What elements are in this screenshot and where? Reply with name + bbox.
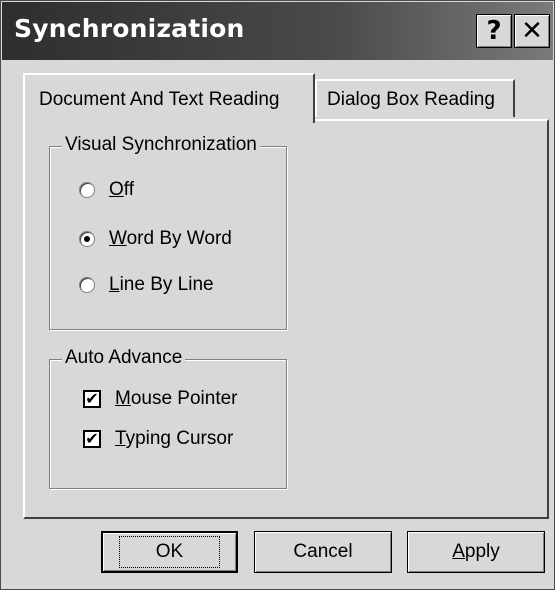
group-legend: Visual Synchronization [62,134,260,156]
radio-label-line-by-line: Line By Line [109,274,214,295]
group-legend: Auto Advance [62,347,186,369]
checkbox-label-mouse-pointer: Mouse Pointer [115,388,238,409]
checkbox[interactable]: ✔ [83,390,101,408]
checkbox[interactable]: ✔ [83,430,101,448]
radio-button[interactable] [79,231,95,247]
close-icon: ✕ [521,16,543,46]
tab-label: Document And Text Reading [39,89,280,110]
radio-label-word-by-word: Word By Word [109,228,232,249]
checkbox-label-typing-cursor: Typing Cursor [115,428,234,449]
ok-button-label: OK [118,536,221,568]
help-icon: ? [486,16,502,46]
radio-off[interactable]: Off [79,179,134,201]
checkmark-icon: ✔ [85,389,99,408]
tab-document-and-text-reading[interactable]: Document And Text Reading [23,73,315,123]
tab-dialog-box-reading[interactable]: Dialog Box Reading [315,79,515,117]
checkbox-mouse-pointer[interactable]: ✔ Mouse Pointer [83,388,238,410]
checkmark-icon: ✔ [85,429,99,448]
radio-label-off: Off [109,179,134,200]
radio-button[interactable] [79,277,95,293]
cancel-button-label: Cancel [293,541,353,562]
tab-label: Dialog Box Reading [327,89,495,110]
radio-line-by-line[interactable]: Line By Line [79,274,214,296]
apply-button[interactable]: Apply [407,531,545,573]
apply-button-label: Apply [452,541,500,562]
radio-button[interactable] [79,182,95,198]
checkbox-typing-cursor[interactable]: ✔ Typing Cursor [83,428,233,450]
radio-word-by-word[interactable]: Word By Word [79,228,232,250]
help-button[interactable]: ? [476,14,512,48]
auto-advance-group: Auto Advance [49,347,287,489]
close-button[interactable]: ✕ [514,14,550,48]
cancel-button[interactable]: Cancel [254,531,392,573]
title-bar[interactable]: Synchronization ? ✕ [2,2,553,60]
ok-button[interactable]: OK [101,531,238,573]
synchronization-dialog: Synchronization ? ✕ Document And Text Re… [0,0,555,590]
window-title: Synchronization [14,14,245,43]
